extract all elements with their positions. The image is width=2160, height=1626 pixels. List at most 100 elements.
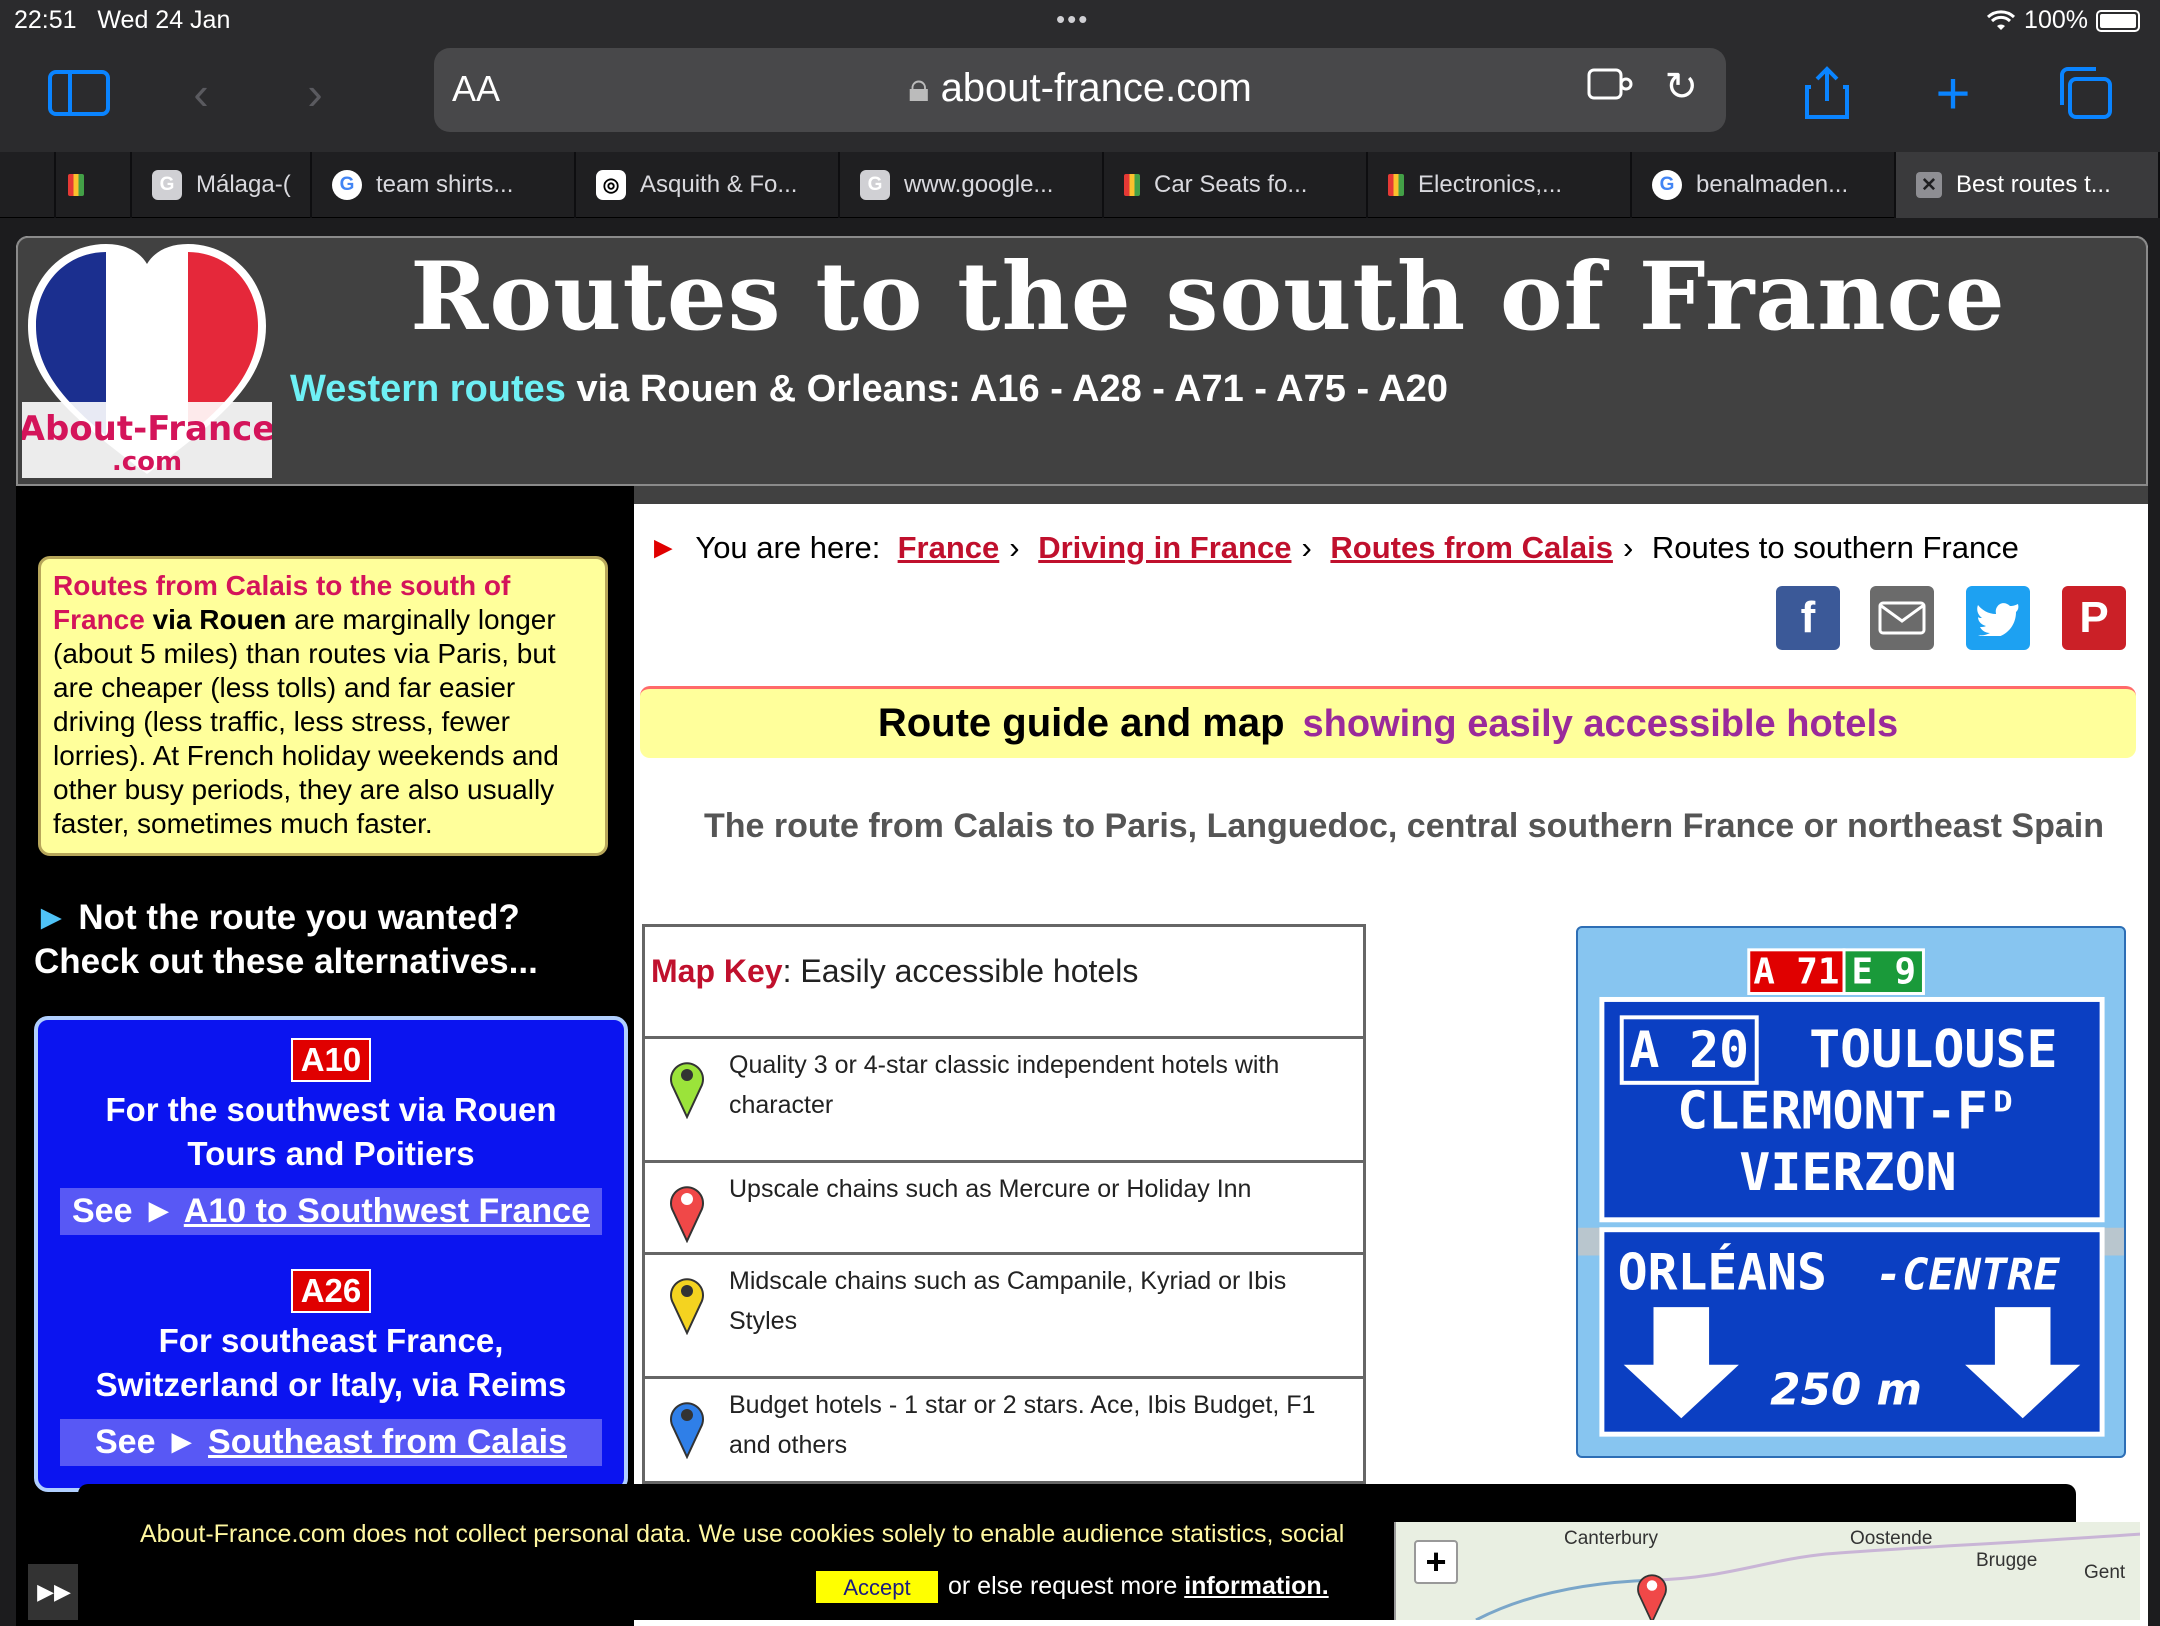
multitasking-dots-icon[interactable]: ••• (1056, 4, 1089, 35)
tab-active[interactable]: ✕ Best routes t... (1896, 152, 2160, 218)
map-label-gent: Gent (2084, 1562, 2126, 1583)
close-tab-icon[interactable]: ✕ (1916, 172, 1942, 198)
asquith-favicon-icon: ◎ (596, 170, 626, 200)
about-france-logo-icon[interactable]: About-France .com (22, 242, 272, 478)
pinterest-icon[interactable]: P (2062, 586, 2126, 650)
sidebar-toggle-icon[interactable] (44, 58, 114, 128)
svg-text:VIERZON: VIERZON (1739, 1143, 1956, 1203)
wifi-icon (1987, 9, 2016, 30)
alternatives-box: A10 For the southwest via Rouen Tours and… (34, 1016, 628, 1492)
map-key-row-upscale: Upscale chains such as Mercure or Holida… (645, 1163, 1363, 1255)
alt2-description: For southeast France, Switzerland or Ital… (95, 1322, 567, 1403)
browser-toolbar: ‹ › AA 🔒︎ about-france.com ↻ + (0, 40, 2160, 152)
tab-1[interactable] (48, 152, 132, 218)
yellow-pin-icon (670, 1278, 704, 1335)
battery-percent: 100% (2024, 6, 2088, 34)
generic-favicon-icon: G (152, 170, 182, 200)
breadcrumb-france[interactable]: France (898, 530, 1000, 565)
cookie-message: About-France.com does not collect person… (140, 1520, 1345, 1548)
red-pin-icon (670, 1186, 704, 1243)
cookie-info-text: or else request more information. (948, 1572, 1329, 1600)
status-time: 22:51 Wed 24 Jan (14, 6, 231, 34)
map-key-header: Map Key: Easily accessible hotels (645, 927, 1363, 1039)
alt1-description: For the southwest via Rouen Tours and Poi… (105, 1091, 557, 1172)
svg-text:A 71: A 71 (1753, 952, 1839, 993)
a10-badge: A10 (290, 1038, 372, 1082)
email-icon[interactable] (1870, 586, 1934, 650)
alternatives-heading: ► Not the route you wanted? Check out th… (34, 898, 538, 981)
breadcrumb-driving[interactable]: Driving in France (1038, 530, 1291, 565)
alt1-see-bar: See ► A10 to Southwest France (60, 1188, 602, 1235)
svg-text:-CENTRE: -CENTRE (1876, 1249, 2061, 1300)
status-bar: 22:51 Wed 24 Jan ••• 100% (0, 0, 2160, 40)
a10-link[interactable]: A10 to Southwest France (184, 1192, 590, 1230)
svg-text:ORLÉANS: ORLÉANS (1618, 1242, 1827, 1301)
header-strip (634, 486, 2148, 504)
main-content: ► You are here: France › Driving in Franc… (634, 486, 2148, 1626)
google-favicon-icon: G (1652, 170, 1682, 200)
fast-forward-icon[interactable]: ▶▶ (28, 1564, 80, 1620)
tab-4[interactable]: ◎ Asquith & Fo... (576, 152, 840, 218)
svg-text:.com: .com (112, 447, 182, 477)
back-icon[interactable]: ‹ (166, 58, 236, 128)
url-text[interactable]: 🔒︎ about-france.com (434, 66, 1726, 111)
store-favicon-icon (68, 174, 84, 196)
map-label-oostende: Oostende (1850, 1528, 1933, 1549)
map-key-row-budget: Budget hotels - 1 star or 2 stars. Ace, … (645, 1379, 1363, 1481)
breadcrumb-routes-calais[interactable]: Routes from Calais (1330, 530, 1613, 565)
alt2-see-bar: See ► Southeast from Calais (60, 1419, 602, 1466)
generic-favicon-icon: G (860, 170, 890, 200)
new-tab-icon[interactable]: + (1918, 58, 1988, 128)
route-map[interactable]: + Canterbury Oostende Brugge Gent (1394, 1522, 2140, 1620)
map-key-table: Map Key: Easily accessible hotels Qualit… (642, 924, 1366, 1484)
battery-icon (2096, 9, 2140, 32)
left-sidebar: Routes from Calais to the south of Franc… (16, 486, 634, 1626)
route-guide-banner: Route guide and map showing easily access… (640, 686, 2136, 758)
breadcrumb-arrow-icon: ► (648, 530, 679, 565)
site-header: About-France .com Routes to the south of… (16, 236, 2148, 486)
cookie-accept-button[interactable]: Accept (816, 1571, 938, 1603)
tab-3[interactable]: Gteam shirts... (312, 152, 576, 218)
reader-extension-icon[interactable] (1586, 64, 1634, 114)
tab-7[interactable]: Electronics,... (1368, 152, 1632, 218)
svg-text:250 m: 250 m (1770, 1364, 1922, 1415)
map-zoom-in-button[interactable]: + (1414, 1540, 1458, 1584)
forward-icon[interactable]: › (280, 58, 350, 128)
svg-text:A 20: A 20 (1629, 1021, 1748, 1079)
road-sign-image: A 71 E 9 A 20 TOULOUSE CLERMONT-Fᴰ VIERZ… (1576, 926, 2126, 1458)
a26-badge: A26 (290, 1269, 372, 1313)
store-favicon-icon (1388, 174, 1404, 196)
green-pin-icon (670, 1062, 704, 1119)
reload-icon[interactable]: ↻ (1664, 64, 1698, 110)
lock-icon: 🔒︎ (908, 66, 930, 110)
map-key-row-quality: Quality 3 or 4-star classic independent … (645, 1039, 1363, 1163)
tab-8[interactable]: Gbenalmaden... (1632, 152, 1896, 218)
facebook-icon[interactable]: f (1776, 586, 1840, 650)
store-favicon-icon (1124, 174, 1140, 196)
map-red-pin-icon[interactable] (1632, 1568, 1672, 1620)
intro-note: Routes from Calais to the south of Franc… (38, 556, 608, 856)
page-subtitle: Western routes via Rouen & Orleans: A16 … (290, 368, 1448, 410)
status-right: 100% (1986, 6, 2140, 35)
map-label-canterbury: Canterbury (1564, 1528, 1658, 1549)
cookie-info-link[interactable]: information. (1184, 1572, 1328, 1600)
breadcrumb: ► You are here: France › Driving in Franc… (648, 530, 2019, 565)
tab-6[interactable]: Car Seats fo... (1104, 152, 1368, 218)
twitter-icon[interactable] (1966, 586, 2030, 650)
web-page: About-France .com Routes to the south of… (16, 236, 2148, 1626)
map-key-row-midscale: Midscale chains such as Campanile, Kyria… (645, 1255, 1363, 1379)
google-favicon-icon: G (332, 170, 362, 200)
tabs-overview-icon[interactable] (2050, 58, 2120, 128)
svg-text:About-France: About-France (22, 409, 272, 449)
svg-text:CLERMONT-Fᴰ: CLERMONT-Fᴰ (1677, 1081, 2019, 1141)
play-triangle-icon: ► (34, 898, 69, 937)
tab-5[interactable]: Gwww.google... (840, 152, 1104, 218)
map-label-brugge: Brugge (1976, 1550, 2038, 1571)
share-icon[interactable] (1792, 58, 1862, 128)
southeast-link[interactable]: Southeast from Calais (208, 1423, 567, 1461)
svg-text:TOULOUSE: TOULOUSE (1809, 1020, 2058, 1080)
tab-2[interactable]: G Málaga-( (132, 152, 312, 218)
svg-text:E 9: E 9 (1851, 952, 1916, 993)
address-bar[interactable]: AA 🔒︎ about-france.com ↻ (434, 48, 1726, 132)
tab-bar: G Málaga-( Gteam shirts... ◎ Asquith & Fo.… (0, 152, 2160, 218)
